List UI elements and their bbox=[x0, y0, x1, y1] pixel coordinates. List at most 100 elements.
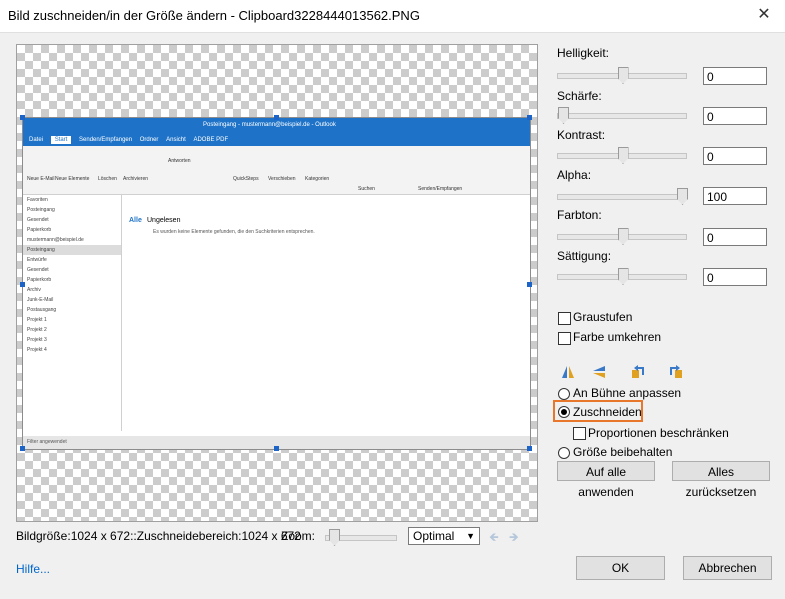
preview-image: Posteingang - mustermann@beispiel.de - O… bbox=[22, 117, 531, 450]
saturation-input[interactable]: 0 bbox=[703, 268, 767, 286]
embedded-tab: Senden/Empfangen bbox=[79, 137, 133, 143]
keep-proportions-label: Proportionen beschränken bbox=[588, 426, 729, 440]
keep-size-label: Größe beibehalten bbox=[573, 445, 673, 459]
embedded-folder: Projekt 1 bbox=[27, 317, 47, 323]
embedded-tab: Start bbox=[50, 136, 72, 144]
crop-handle-bottom-right[interactable] bbox=[527, 446, 532, 451]
sharpness-input[interactable]: 0 bbox=[703, 107, 767, 125]
brightness-label: Helligkeit: bbox=[557, 46, 610, 60]
embedded-title: Posteingang - mustermann@beispiel.de - O… bbox=[203, 122, 336, 128]
embedded-ribbon-item: Kategorien bbox=[305, 176, 330, 182]
keep-proportions-checkbox[interactable] bbox=[573, 427, 586, 440]
zoom-select[interactable]: Optimal ▼ bbox=[408, 527, 480, 545]
embedded-ribbon-item: Verschieben bbox=[268, 176, 296, 182]
cancel-button[interactable]: Abbrechen bbox=[683, 556, 772, 580]
alpha-label: Alpha: bbox=[557, 168, 592, 182]
close-icon[interactable]: ✕ bbox=[751, 2, 777, 28]
embedded-tab: Datei bbox=[29, 137, 44, 143]
contrast-label: Kontrast: bbox=[557, 128, 606, 142]
embedded-filter-all: Alle bbox=[129, 217, 142, 224]
embedded-folder: Papierkorb bbox=[27, 277, 52, 283]
hue-label: Farbton: bbox=[557, 208, 602, 222]
embedded-folder: Entwürfe bbox=[27, 257, 47, 263]
embedded-empty-message: Es wurden keine Elemente gefunden, die d… bbox=[153, 229, 315, 235]
sharpness-slider[interactable] bbox=[557, 107, 687, 124]
saturation-label: Sättigung: bbox=[557, 249, 612, 263]
window-title: Bild zuschneiden/in der Größe ändern - C… bbox=[8, 8, 420, 23]
crop-handle-top-left[interactable] bbox=[20, 115, 25, 120]
sharpness-label: Schärfe: bbox=[557, 89, 602, 103]
crop-handle-bottom-left[interactable] bbox=[20, 446, 25, 451]
flip-horizontal-icon[interactable] bbox=[561, 365, 575, 379]
embedded-folder: Gesendet bbox=[27, 267, 49, 273]
arrow-left-icon[interactable]: 🡸 bbox=[489, 528, 499, 549]
reset-all-button[interactable]: Alles zurücksetzen bbox=[672, 461, 770, 499]
embedded-ribbon-item: Neue Elemente bbox=[55, 176, 90, 182]
embedded-tabs: Datei Start Senden/Empfangen Ordner Ansi… bbox=[23, 132, 530, 146]
alpha-slider[interactable] bbox=[557, 188, 688, 205]
crop-radio[interactable] bbox=[558, 406, 570, 418]
grayscale-checkbox[interactable] bbox=[558, 312, 571, 325]
grayscale-label: Graustufen bbox=[573, 310, 633, 324]
arrow-right-icon[interactable]: 🡺 bbox=[509, 528, 519, 549]
embedded-ribbon-item: Suchen bbox=[358, 186, 375, 192]
embedded-folder: Projekt 3 bbox=[27, 337, 47, 343]
embedded-folder: Papierkorb bbox=[27, 227, 52, 233]
keep-size-radio[interactable] bbox=[558, 447, 570, 459]
help-link[interactable]: Hilfe... bbox=[16, 562, 50, 576]
crop-handle-bottom[interactable] bbox=[274, 446, 279, 451]
embedded-status: Filter angewendet bbox=[27, 439, 67, 445]
rotate-left-icon[interactable] bbox=[631, 365, 645, 379]
ok-button[interactable]: OK bbox=[576, 556, 665, 580]
invert-checkbox[interactable] bbox=[558, 332, 571, 345]
brightness-slider[interactable] bbox=[557, 67, 687, 84]
crop-label: Zuschneiden bbox=[573, 405, 642, 419]
crop-handle-left[interactable] bbox=[20, 282, 25, 287]
embedded-titlebar: Posteingang - mustermann@beispiel.de - O… bbox=[23, 118, 530, 132]
embedded-filter-unread: Ungelesen bbox=[147, 217, 181, 224]
embedded-ribbon-item: Antworten bbox=[168, 158, 191, 164]
flip-vertical-icon[interactable] bbox=[592, 365, 606, 379]
brightness-input[interactable]: 0 bbox=[703, 67, 767, 85]
invert-label: Farbe umkehren bbox=[573, 330, 662, 344]
embedded-folder: Projekt 2 bbox=[27, 327, 47, 333]
embedded-ribbon-item: Löschen bbox=[98, 176, 117, 182]
apply-all-button[interactable]: Auf alle anwenden bbox=[557, 461, 655, 499]
contrast-slider[interactable] bbox=[557, 147, 687, 164]
hue-slider[interactable] bbox=[557, 228, 687, 245]
saturation-slider[interactable] bbox=[557, 268, 687, 285]
zoom-label: Zoom: bbox=[281, 529, 316, 543]
crop-handle-right[interactable] bbox=[527, 282, 532, 287]
fit-stage-radio[interactable] bbox=[558, 388, 570, 400]
embedded-folder: Posteingang bbox=[27, 207, 55, 213]
embedded-folder: Projekt 4 bbox=[27, 347, 47, 353]
embedded-folder: Archiv bbox=[27, 287, 41, 293]
embedded-ribbon-item: QuickSteps bbox=[233, 176, 259, 182]
embedded-folder: Postausgang bbox=[27, 307, 57, 313]
embedded-message-list: Alle Ungelesen Es wurden keine Elemente … bbox=[123, 195, 527, 431]
embedded-folder: Posteingang bbox=[23, 245, 121, 255]
chevron-down-icon: ▼ bbox=[466, 531, 475, 541]
embedded-ribbon-item: Archivieren bbox=[123, 176, 149, 182]
contrast-input[interactable]: 0 bbox=[703, 147, 767, 165]
embedded-tab: ADOBE PDF bbox=[193, 137, 229, 143]
embedded-folder: Gesendet bbox=[27, 217, 49, 223]
rotate-right-icon[interactable] bbox=[669, 365, 683, 379]
embedded-ribbon-item: Senden/Empfangen bbox=[418, 186, 463, 192]
title-bar: Bild zuschneiden/in der Größe ändern - C… bbox=[0, 0, 785, 32]
zoom-slider[interactable] bbox=[325, 529, 397, 546]
fit-stage-label: An Bühne anpassen bbox=[573, 386, 682, 400]
embedded-folder-pane: Favoriten Posteingang Gesendet Papierkor… bbox=[23, 195, 122, 431]
crop-handle-top[interactable] bbox=[274, 115, 279, 120]
embedded-folder: mustermann@beispiel.de bbox=[27, 237, 84, 243]
embedded-tab: Ansicht bbox=[166, 137, 186, 143]
embedded-folder: Junk-E-Mail bbox=[27, 297, 54, 303]
embedded-tab: Ordner bbox=[139, 137, 159, 143]
embedded-folder: Favoriten bbox=[27, 197, 48, 203]
crop-handle-top-right[interactable] bbox=[527, 115, 532, 120]
hue-input[interactable]: 0 bbox=[703, 228, 767, 246]
image-info: Bildgröße:1024 x 672::Zuschneidebereich:… bbox=[16, 529, 301, 543]
embedded-ribbon: Neue E-Mail Neue Elemente Löschen Archiv… bbox=[23, 146, 530, 195]
embedded-ribbon-item: Neue E-Mail bbox=[27, 176, 55, 182]
alpha-input[interactable]: 100 bbox=[703, 187, 767, 205]
